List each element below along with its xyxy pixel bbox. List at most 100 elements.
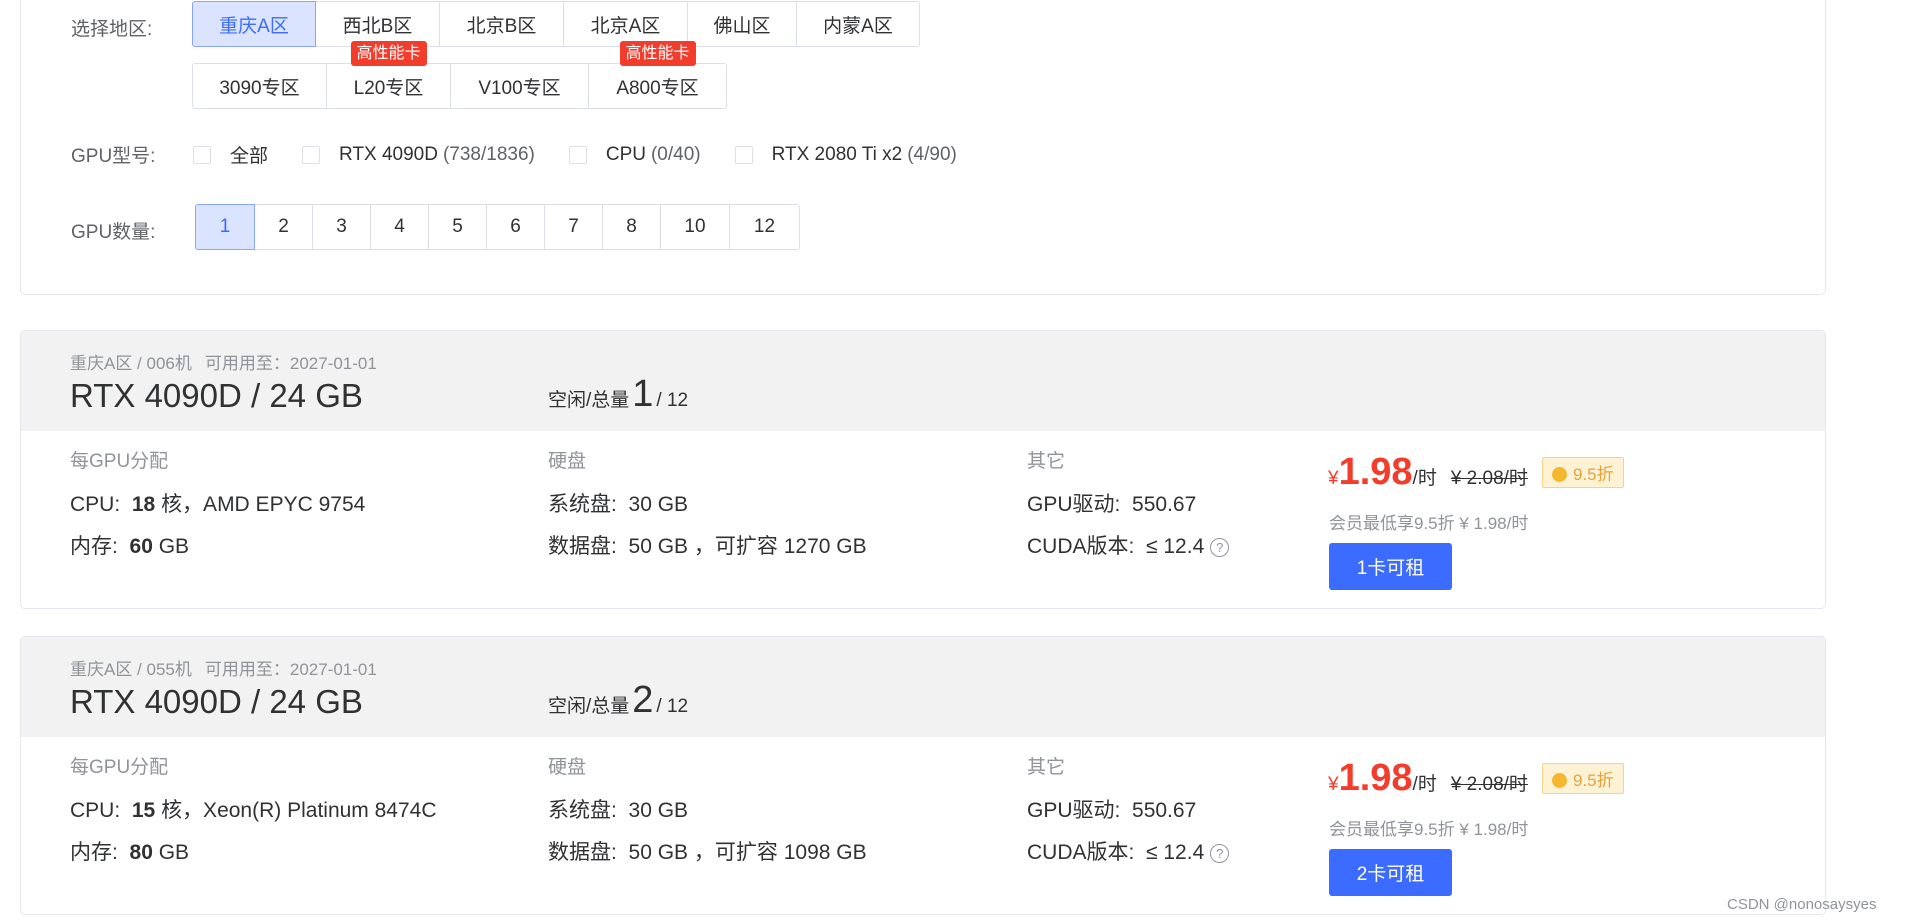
watermark: CSDN @nonosaysyes — [1727, 896, 1877, 913]
machine-card-header: 重庆A区 / 006机 可用用至：2027-01-01 RTX 4090D / 2… — [21, 331, 1825, 431]
allocation-column: 每GPU分配 CPU: 15 核，Xeon(R) Platinum 8474C … — [70, 752, 437, 868]
discount-badge: 9.5折 — [1541, 457, 1624, 488]
region-option-label: V100专区 — [478, 77, 561, 99]
machine-title: RTX 4090D / 24 GB — [70, 377, 363, 414]
driver-value: 550.67 — [1132, 493, 1197, 516]
cpu-detail: 核，AMD EPYC 9754 — [161, 493, 366, 516]
memory-value: 80 — [129, 841, 153, 864]
machine-availability: 空闲/总量2/ 12 — [548, 679, 688, 722]
region-option-neimeng-a[interactable]: 内蒙A区 — [796, 1, 920, 47]
availability-free: 2 — [632, 679, 654, 721]
driver-row: GPU驱动: 550.67 — [1027, 488, 1229, 520]
machine-meta: 重庆A区 / 006机 可用用至：2027-01-01 — [70, 349, 377, 374]
high-performance-tag: 高性能卡 — [350, 41, 427, 66]
machine-meta: 重庆A区 / 055机 可用用至：2027-01-01 — [70, 655, 377, 680]
checkbox-box[interactable] — [734, 145, 753, 164]
system-disk-row: 系统盘: 30 GB — [548, 488, 867, 520]
other-header: 其它 — [1027, 451, 1066, 472]
help-icon[interactable]: ? — [1210, 537, 1230, 557]
cuda-row: CUDA版本: ≤ 12.4? — [1027, 836, 1230, 868]
checkbox-label: RTX 4090D — [339, 143, 438, 165]
driver-label: GPU驱动: — [1027, 799, 1121, 822]
availability-total: / 12 — [656, 696, 689, 717]
availability-total: / 12 — [656, 390, 689, 411]
memory-unit: GB — [158, 535, 190, 558]
discount-badge: 9.5折 — [1541, 763, 1624, 794]
checkbox-box[interactable] — [302, 145, 321, 164]
gpu-count-option[interactable]: 7 — [544, 204, 603, 250]
region-option-a800[interactable]: 高性能卡 A800专区 — [588, 41, 727, 109]
help-icon[interactable]: ? — [1210, 843, 1230, 863]
checkbox-label: RTX 2080 Ti x2 — [771, 143, 903, 165]
disk-column: 硬盘 系统盘: 30 GB 数据盘: 50 GB ，可扩容 1098 GB — [548, 752, 867, 868]
disk-header: 硬盘 — [548, 757, 587, 778]
gpu-count-option[interactable]: 1 — [195, 204, 255, 250]
memory-row: 内存: 80 GB — [70, 836, 437, 868]
gpu-count-option[interactable]: 12 — [729, 204, 800, 250]
gpu-model-label: GPU型号: — [71, 146, 156, 167]
region-option-v100[interactable]: V100专区 — [450, 63, 589, 109]
price-value: 1.98 — [1338, 451, 1413, 493]
cpu-label: CPU: — [70, 493, 121, 516]
system-disk-label: 系统盘: — [548, 493, 617, 516]
price-block: ¥1.98/时 ¥ 2.08/时 9.5折 — [1328, 451, 1624, 494]
driver-value: 550.67 — [1132, 799, 1197, 822]
machine-card-header: 重庆A区 / 055机 可用用至：2027-01-01 RTX 4090D / 2… — [21, 637, 1825, 737]
data-disk-value: 50 GB ，可扩容 1098 GB — [628, 841, 867, 864]
checkbox-box[interactable] — [568, 145, 587, 164]
gpu-model-rtx4090d-checkbox[interactable]: RTX 4090D (738/1836) — [302, 144, 535, 166]
checkbox-count: (4/90) — [907, 143, 957, 165]
data-disk-row: 数据盘: 50 GB ，可扩容 1270 GB — [548, 530, 867, 562]
region-option-3090[interactable]: 3090专区 — [192, 63, 327, 109]
allocation-header: 每GPU分配 — [70, 451, 169, 472]
member-price-note: 会员最低享9.5折 ¥ 1.98/时 — [1329, 820, 1529, 839]
data-disk-value: 50 GB ，可扩容 1270 GB — [628, 535, 867, 558]
filter-panel: 选择地区: 重庆A区 西北B区 北京B区 北京A区 佛山区 内蒙A区 3090专… — [20, 0, 1826, 295]
gpu-model-checkboxes: 全部 RTX 4090D (738/1836) CPU (0/40) RTX 2… — [193, 141, 991, 168]
availability-label: 空闲/总量 — [548, 696, 630, 717]
cuda-label: CUDA版本: — [1027, 535, 1135, 558]
checkbox-count: (0/40) — [650, 143, 701, 165]
gpu-model-all-checkbox[interactable]: 全部 — [193, 141, 268, 168]
coin-icon — [1551, 773, 1567, 788]
region-row-2: 3090专区 高性能卡 L20专区 V100专区 高性能卡 A800专区 — [192, 41, 727, 109]
gpu-count-option[interactable]: 2 — [254, 204, 313, 250]
gpu-count-option[interactable]: 4 — [370, 204, 429, 250]
gpu-count-option[interactable]: 6 — [486, 204, 545, 250]
data-disk-row: 数据盘: 50 GB ，可扩容 1098 GB — [548, 836, 867, 868]
system-disk-value: 30 GB — [628, 493, 689, 516]
region-option-chongqing-a[interactable]: 重庆A区 — [192, 1, 316, 47]
memory-label: 内存: — [70, 535, 118, 558]
cuda-value: ≤ 12.4 — [1146, 535, 1205, 558]
checkbox-count: (738/1836) — [442, 143, 535, 165]
availability-label: 空闲/总量 — [548, 390, 630, 411]
gpu-model-rtx2080ti-checkbox[interactable]: RTX 2080 Ti x2 (4/90) — [734, 143, 957, 166]
machine-region: 重庆A区 / 006机 — [70, 354, 192, 373]
price-currency: ¥ — [1328, 774, 1339, 795]
region-option-l20[interactable]: 高性能卡 L20专区 — [326, 41, 451, 109]
gpu-count-option[interactable]: 10 — [660, 204, 730, 250]
checkbox-box[interactable] — [193, 145, 211, 164]
high-performance-tag: 高性能卡 — [619, 41, 696, 66]
system-disk-value: 30 GB — [628, 799, 689, 822]
region-option-label: L20专区 — [353, 77, 424, 99]
gpu-count-option[interactable]: 3 — [312, 204, 371, 250]
rent-button[interactable]: 2卡可租 — [1329, 849, 1452, 896]
cpu-cores: 18 — [131, 493, 156, 516]
machine-available-until: 可用用至：2027-01-01 — [204, 660, 377, 679]
region-option-foshan[interactable]: 佛山区 — [687, 1, 797, 47]
other-column: 其它 GPU驱动: 550.67 CUDA版本: ≤ 12.4? — [1027, 446, 1230, 562]
gpu-count-option[interactable]: 5 — [428, 204, 487, 250]
cpu-cores: 15 — [131, 799, 156, 822]
availability-free: 1 — [632, 373, 654, 415]
price-unit: /时 — [1412, 468, 1437, 489]
gpu-count-option[interactable]: 8 — [602, 204, 661, 250]
region-option-beijing-b[interactable]: 北京B区 — [439, 1, 564, 47]
rent-button[interactable]: 1卡可租 — [1329, 543, 1452, 590]
gpu-model-cpu-checkbox[interactable]: CPU (0/40) — [568, 143, 701, 166]
member-price-note: 会员最低享9.5折 ¥ 1.98/时 — [1329, 514, 1529, 533]
original-price: ¥ 2.08/时 — [1450, 774, 1528, 795]
cuda-label: CUDA版本: — [1027, 841, 1135, 864]
system-disk-label: 系统盘: — [548, 799, 617, 822]
original-price: ¥ 2.08/时 — [1450, 468, 1528, 489]
